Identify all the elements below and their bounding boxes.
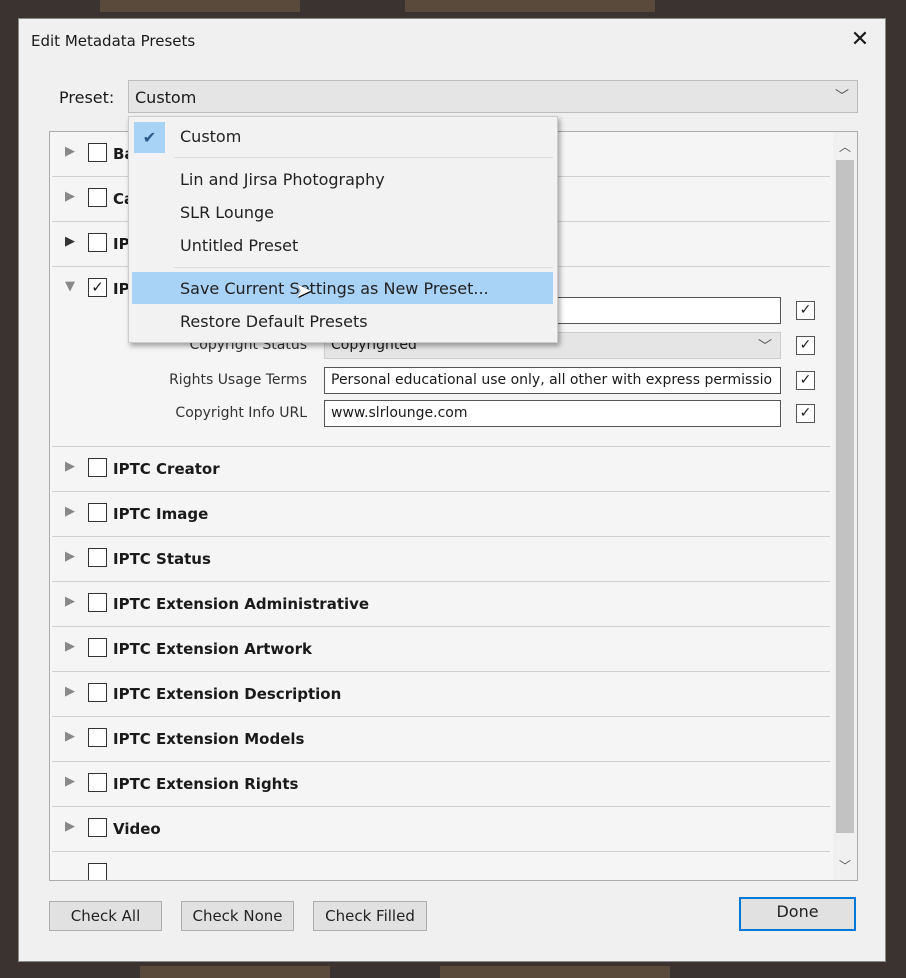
scroll-up-icon[interactable]: ︿ [833,138,857,155]
field-value: www.slrlounge.com [331,405,468,421]
section-label: IPTC Extension Description [113,685,342,703]
section-checkbox[interactable] [88,188,107,207]
section-label: IPTC Extension Administrative [113,595,370,613]
disclosure-closed-icon[interactable]: ▶ [65,684,75,699]
disclosure-closed-icon[interactable]: ▶ [65,774,75,789]
disclosure-open-icon[interactable]: ▼ [65,279,75,294]
section-checkbox[interactable]: ✓ [88,278,107,297]
section-label: IPTC Extension Models [113,730,305,748]
section-row: ▶ IPTC Creator [52,447,830,492]
background-photo [405,0,655,12]
disclosure-closed-icon[interactable]: ▶ [65,234,75,249]
menu-item-lin-and-jirsa[interactable]: Lin and Jirsa Photography [132,163,553,195]
check-none-button[interactable]: Check None [181,901,294,931]
scrollbar-thumb[interactable] [836,160,854,833]
background-photo [100,0,300,12]
menu-item-untitled-preset[interactable]: Untitled Preset [132,229,553,261]
disclosure-closed-icon[interactable]: ▶ [65,729,75,744]
menu-separator [174,267,553,268]
background-photo [140,966,330,978]
dialog-title: Edit Metadata Presets [31,32,196,50]
disclosure-closed-icon[interactable]: ▶ [65,189,75,204]
section-label: IPTC Extension Artwork [113,640,312,658]
menu-separator [174,157,553,158]
menu-item-save-new-preset[interactable]: Save Current Settings as New Preset... [132,272,553,304]
section-row: ▶ IPTC Status [52,537,830,582]
section-row: ▶ IPTC Image [52,492,830,537]
scrollbar[interactable]: ︿ ﹀ [833,132,857,880]
section-label: IPTC Image [113,505,209,523]
field-label: Copyright Info URL [175,405,307,421]
section-label: Video [113,820,161,838]
done-button[interactable]: Done [739,897,856,931]
section-row: ▶ IPTC Extension Rights [52,762,830,807]
field-label: Rights Usage Terms [169,372,307,388]
disclosure-closed-icon[interactable]: ▶ [65,504,75,519]
menu-item-slr-lounge[interactable]: SLR Lounge [132,196,553,228]
preset-dropdown-menu: ✔ Custom Lin and Jirsa Photography SLR L… [128,116,558,343]
section-row-partial [52,852,830,880]
chevron-down-icon: ﹀ [758,339,772,355]
background-photo [440,966,670,978]
section-label: IPTC Extension Rights [113,775,299,793]
section-checkbox[interactable] [88,458,107,477]
menu-item-restore-defaults[interactable]: Restore Default Presets [132,305,553,337]
chevron-down-icon: ﹀ [835,89,849,105]
disclosure-closed-icon[interactable]: ▶ [65,819,75,834]
disclosure-closed-icon[interactable]: ▶ [65,549,75,564]
disclosure-closed-icon[interactable]: ▶ [65,639,75,654]
field-checkbox[interactable]: ✓ [796,301,815,320]
section-checkbox[interactable] [88,233,107,252]
field-checkbox[interactable]: ✓ [796,404,815,423]
section-label: IPTC Creator [113,460,220,478]
preset-value: Custom [135,88,197,107]
section-row: ▶ IPTC Extension Description [52,672,830,717]
preset-select[interactable]: Custom ﹀ [128,80,858,113]
section-checkbox[interactable] [88,503,107,522]
disclosure-closed-icon[interactable]: ▶ [65,459,75,474]
section-checkbox[interactable] [88,548,107,567]
section-row: ▶ Video [52,807,830,852]
scroll-down-icon[interactable]: ﹀ [833,857,857,874]
field-input[interactable]: Personal educational use only, all other… [324,367,781,394]
section-checkbox[interactable] [88,818,107,837]
field-checkbox[interactable]: ✓ [796,371,815,390]
preset-label: Preset: [59,88,115,107]
field-value: Personal educational use only, all other… [331,372,773,388]
section-checkbox[interactable] [88,143,107,162]
check-all-button[interactable]: Check All [49,901,162,931]
section-label: IPTC Status [113,550,211,568]
mouse-cursor-icon: ➤ [295,278,312,302]
section-row: ▶ IPTC Extension Artwork [52,627,830,672]
section-checkbox[interactable] [88,863,107,880]
disclosure-closed-icon[interactable]: ▶ [65,594,75,609]
disclosure-closed-icon[interactable]: ▶ [65,144,75,159]
section-row: ▶ IPTC Extension Administrative [52,582,830,627]
section-checkbox[interactable] [88,638,107,657]
check-filled-button[interactable]: Check Filled [313,901,427,931]
section-checkbox[interactable] [88,728,107,747]
menu-item-custom[interactable]: Custom [132,120,553,152]
section-checkbox[interactable] [88,773,107,792]
field-checkbox[interactable]: ✓ [796,336,815,355]
field-input[interactable]: www.slrlounge.com [324,400,781,427]
section-checkbox[interactable] [88,593,107,612]
close-icon[interactable]: ✕ [845,25,875,55]
section-checkbox[interactable] [88,683,107,702]
section-row: ▶ IPTC Extension Models [52,717,830,762]
